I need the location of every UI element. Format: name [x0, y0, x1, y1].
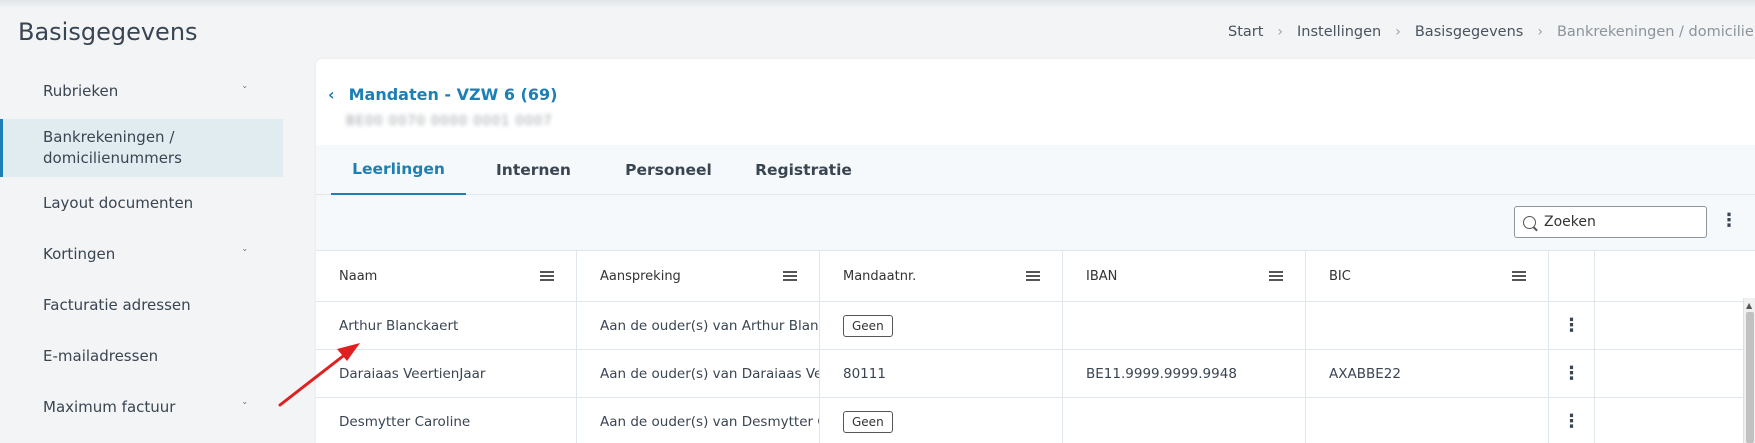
geen-badge: Geen [843, 410, 893, 433]
kebab-menu-icon[interactable]: ⋮ [1562, 364, 1582, 383]
chevron-right-icon: › [1537, 24, 1543, 40]
table-header-row: Naam Aanspreking Mandaatnr. IBAN BIC [316, 250, 1755, 301]
geen-badge: Geen [843, 314, 893, 337]
search-input[interactable] [1544, 214, 1694, 230]
table-row[interactable]: Arthur Blanckaert Aan de ouder(s) van Ar… [316, 301, 1755, 349]
column-menu-icon[interactable] [1269, 271, 1283, 281]
table-row[interactable]: Desmytter Caroline Aan de ouder(s) van D… [316, 397, 1755, 443]
mandaat-header: ‹ Mandaten - VZW 6 (69) [328, 85, 557, 104]
kebab-menu-icon[interactable]: ⋮ [1719, 212, 1739, 230]
column-header-iban[interactable]: IBAN [1063, 251, 1306, 301]
cell-naam: Daraiaas VeertienJaar [316, 350, 577, 397]
sidebar-item-label: Layout documenten [43, 193, 194, 212]
breadcrumb-basisgegevens[interactable]: Basisgegevens [1415, 24, 1523, 40]
cell-mandaatnr: Geen [820, 398, 1063, 443]
cell-actions: ⋮ [1549, 302, 1595, 349]
top-shadow [0, 0, 1755, 8]
sidebar-item-maximum-factuur[interactable]: Maximum factuur ˇ [0, 381, 283, 432]
search-icon [1523, 215, 1536, 229]
account-id-blurred: BE00 0070 0000 0001 0007 [346, 114, 553, 129]
sidebar-item-facturatie-adressen[interactable]: Facturatie adressen [0, 279, 283, 330]
vertical-scrollbar[interactable]: ▲ [1743, 298, 1755, 443]
mandaten-table: Naam Aanspreking Mandaatnr. IBAN BIC Art… [316, 250, 1755, 443]
sidebar-item-label: E-mailadressen [43, 346, 159, 365]
tab-bar: Leerlingen Internen Personeel Registrati… [316, 145, 1755, 195]
breadcrumb-start[interactable]: Start [1228, 24, 1263, 40]
grid-toolbar: ⋮ [316, 195, 1755, 250]
cell-bic: AXABBE22 [1306, 350, 1549, 397]
scroll-up-icon[interactable]: ▲ [1746, 301, 1752, 310]
breadcrumb-current: Bankrekeningen / domicilienummer [1556, 24, 1755, 40]
page-title: Basisgegevens [18, 18, 198, 46]
cell-iban [1063, 302, 1306, 349]
tab-leerlingen[interactable]: Leerlingen [331, 145, 466, 195]
sidebar-item-rubrieken[interactable]: Rubrieken ˇ [0, 62, 283, 119]
chevron-right-icon: › [1277, 24, 1284, 40]
tab-registratie[interactable]: Registratie [736, 145, 871, 195]
cell-naam: Arthur Blanckaert [316, 302, 577, 349]
cell-naam: Desmytter Caroline [316, 398, 577, 443]
cell-mandaatnr: 80111 [820, 350, 1063, 397]
column-menu-icon[interactable] [1026, 271, 1040, 281]
chevron-right-icon: › [1395, 24, 1401, 40]
column-header-mandaatnr[interactable]: Mandaatnr. [820, 251, 1063, 301]
mandaat-title: Mandaten - VZW 6 (69) [348, 85, 558, 104]
tab-personeel[interactable]: Personeel [601, 145, 736, 195]
sidebar-item-layout-documenten[interactable]: Layout documenten [0, 177, 283, 228]
column-header-actions [1549, 251, 1595, 301]
column-header-bic[interactable]: BIC [1306, 251, 1549, 301]
sidebar: Rubrieken ˇ Bankrekeningen / domicilienum… [0, 62, 283, 432]
scroll-thumb[interactable] [1746, 312, 1754, 443]
chevron-down-icon: ˇ [242, 400, 248, 413]
sidebar-item-label: Facturatie adressen [43, 295, 191, 314]
cell-aanspreking: Aan de ouder(s) van Desmytter C... [577, 398, 820, 443]
sidebar-item-kortingen[interactable]: Kortingen ˇ [0, 228, 283, 279]
tab-internen[interactable]: Internen [466, 145, 601, 195]
column-menu-icon[interactable] [540, 271, 554, 281]
column-header-naam[interactable]: Naam [316, 251, 577, 301]
chevron-left-icon[interactable]: ‹ [328, 85, 335, 104]
cell-actions: ⋮ [1549, 398, 1595, 443]
column-menu-icon[interactable] [783, 271, 797, 281]
cell-bic [1306, 302, 1549, 349]
search-box [1514, 206, 1707, 238]
cell-mandaatnr: Geen [820, 302, 1063, 349]
cell-bic [1306, 398, 1549, 443]
sidebar-item-e-mailadressen[interactable]: E-mailadressen [0, 330, 283, 381]
chevron-down-icon: ˇ [242, 247, 248, 260]
cell-aanspreking: Aan de ouder(s) van Daraiaas Vee... [577, 350, 820, 397]
cell-aanspreking: Aan de ouder(s) van Arthur Blanc... [577, 302, 820, 349]
sidebar-item-label: Bankrekeningen / domicilienummers [43, 128, 182, 167]
column-header-aanspreking[interactable]: Aanspreking [577, 251, 820, 301]
sidebar-item-label: Rubrieken [43, 81, 119, 100]
kebab-menu-icon[interactable]: ⋮ [1562, 412, 1582, 431]
sidebar-item-bankrekeningen[interactable]: Bankrekeningen / domicilienummers [0, 119, 283, 177]
sidebar-item-label: Kortingen [43, 244, 116, 263]
table-row[interactable]: Daraiaas VeertienJaar Aan de ouder(s) va… [316, 349, 1755, 397]
cell-iban [1063, 398, 1306, 443]
cell-actions: ⋮ [1549, 350, 1595, 397]
cell-iban: BE11.9999.9999.9948 [1063, 350, 1306, 397]
kebab-menu-icon[interactable]: ⋮ [1562, 316, 1582, 335]
chevron-down-icon: ˇ [242, 84, 248, 97]
sidebar-item-label: Maximum factuur [43, 397, 176, 416]
column-menu-icon[interactable] [1512, 271, 1526, 281]
breadcrumb-instellingen[interactable]: Instellingen [1297, 24, 1381, 40]
breadcrumb: Start › Instellingen › Basisgegevens › B… [1228, 24, 1755, 40]
main-panel: ‹ Mandaten - VZW 6 (69) BE00 0070 0000 0… [316, 59, 1755, 443]
